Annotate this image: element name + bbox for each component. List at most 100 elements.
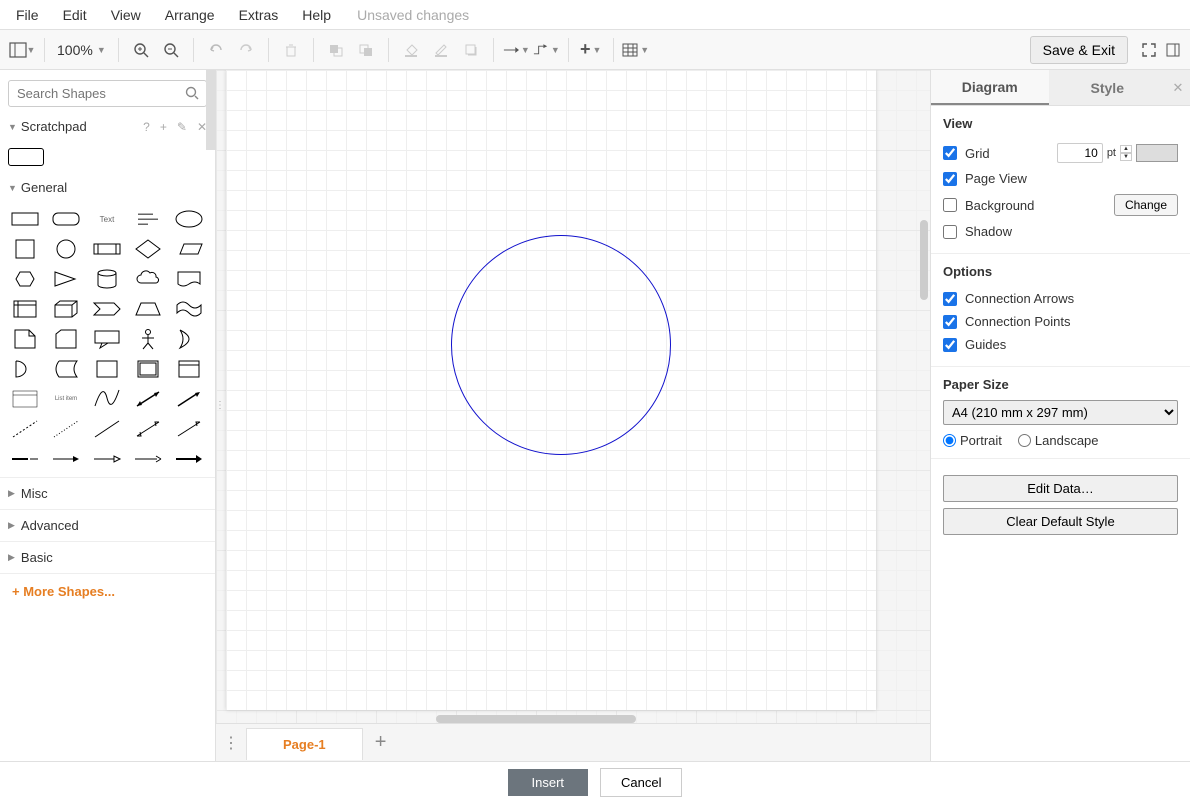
shape-process[interactable] <box>90 237 124 261</box>
shadow-checkbox[interactable] <box>943 225 957 239</box>
shape-or[interactable] <box>172 327 206 351</box>
to-back-icon[interactable] <box>352 36 380 64</box>
shape-arrow[interactable] <box>172 387 206 411</box>
shape-text[interactable]: Text <box>90 207 124 231</box>
page-view-checkbox[interactable] <box>943 172 957 186</box>
advanced-header[interactable]: ▶Advanced <box>0 509 215 541</box>
format-panel-icon[interactable] <box>1164 41 1182 59</box>
sidebar-scrollbar[interactable] <box>206 70 216 150</box>
scratchpad-shape[interactable] <box>8 148 44 166</box>
shadow-icon[interactable] <box>457 36 485 64</box>
scratchpad-add-icon[interactable]: + <box>160 120 167 134</box>
save-exit-button[interactable]: Save & Exit <box>1030 36 1128 64</box>
portrait-radio[interactable]: Portrait <box>943 433 1002 448</box>
vertical-scrollbar[interactable] <box>920 220 928 300</box>
shape-ellipse[interactable] <box>172 207 206 231</box>
misc-header[interactable]: ▶Misc <box>0 477 215 509</box>
horizontal-scrollbar[interactable] <box>436 715 636 723</box>
shape-list-item[interactable]: List item <box>49 387 83 411</box>
change-bg-button[interactable]: Change <box>1114 194 1178 216</box>
line-color-icon[interactable] <box>427 36 455 64</box>
shape-diamond[interactable] <box>131 237 165 261</box>
shape-actor[interactable] <box>131 327 165 351</box>
menu-file[interactable]: File <box>6 3 49 27</box>
shape-dashed-line[interactable] <box>8 417 42 441</box>
general-header[interactable]: ▼ General <box>0 174 215 201</box>
more-shapes-button[interactable]: + More Shapes... <box>0 573 215 609</box>
cancel-button[interactable]: Cancel <box>600 768 682 797</box>
zoom-dropdown[interactable]: 100% ▼ <box>53 42 110 58</box>
shape-document[interactable] <box>172 267 206 291</box>
shape-dir-thin[interactable] <box>172 417 206 441</box>
shape-circle[interactable] <box>49 237 83 261</box>
shape-cube[interactable] <box>49 297 83 321</box>
shape-callout[interactable] <box>90 327 124 351</box>
connection-icon[interactable]: ▼ <box>502 36 530 64</box>
scratchpad-help-icon[interactable]: ? <box>143 120 150 134</box>
basic-header[interactable]: ▶Basic <box>0 541 215 573</box>
table-icon[interactable]: ▼ <box>622 36 650 64</box>
shape-link3[interactable] <box>90 447 124 471</box>
to-front-icon[interactable] <box>322 36 350 64</box>
shape-cylinder[interactable] <box>90 267 124 291</box>
shape-step[interactable] <box>90 297 124 321</box>
edit-data-button[interactable]: Edit Data… <box>943 475 1178 502</box>
ellipse-shape[interactable] <box>451 235 671 455</box>
guides-checkbox[interactable] <box>943 338 957 352</box>
tab-style[interactable]: Style <box>1049 70 1167 105</box>
shape-and[interactable] <box>8 357 42 381</box>
grid-size-spinner[interactable]: ▲▼ <box>1120 145 1132 161</box>
insert-icon[interactable]: +▼ <box>577 36 605 64</box>
shape-line[interactable] <box>90 417 124 441</box>
shape-data-storage[interactable] <box>49 357 83 381</box>
waypoint-icon[interactable]: ▼ <box>532 36 560 64</box>
redo-icon[interactable] <box>232 36 260 64</box>
shape-container[interactable] <box>90 357 124 381</box>
zoom-out-icon[interactable] <box>157 36 185 64</box>
scratchpad-header[interactable]: ▼ Scratchpad ? + ✎ ✕ <box>0 113 215 140</box>
insert-button[interactable]: Insert <box>508 769 589 796</box>
shape-header-rect[interactable] <box>172 357 206 381</box>
shape-bidir-thin[interactable] <box>131 417 165 441</box>
search-icon[interactable] <box>185 86 199 103</box>
shape-curve[interactable] <box>90 387 124 411</box>
shape-parallelogram[interactable] <box>172 237 206 261</box>
shape-internal-storage[interactable] <box>8 297 42 321</box>
search-input[interactable] <box>8 80 207 107</box>
clear-style-button[interactable]: Clear Default Style <box>943 508 1178 535</box>
shape-bidirectional-arrow[interactable] <box>131 387 165 411</box>
page-tab-active[interactable]: Page-1 <box>246 728 363 760</box>
conn-arrows-checkbox[interactable] <box>943 292 957 306</box>
menu-extras[interactable]: Extras <box>229 3 289 27</box>
shape-double-rect[interactable] <box>131 357 165 381</box>
canvas-paper[interactable] <box>226 70 876 710</box>
shape-rounded-rect[interactable] <box>49 207 83 231</box>
page-tab-menu-icon[interactable]: ⋮ <box>216 733 246 753</box>
conn-points-checkbox[interactable] <box>943 315 957 329</box>
fill-color-icon[interactable] <box>397 36 425 64</box>
shape-card[interactable] <box>49 327 83 351</box>
shape-triangle[interactable] <box>49 267 83 291</box>
grid-size-input[interactable] <box>1057 143 1103 163</box>
menu-arrange[interactable]: Arrange <box>155 3 225 27</box>
tab-diagram[interactable]: Diagram <box>931 70 1049 105</box>
undo-icon[interactable] <box>202 36 230 64</box>
shape-link1[interactable] <box>8 447 42 471</box>
landscape-radio[interactable]: Landscape <box>1018 433 1099 448</box>
close-panel-icon[interactable]: ✕ <box>1166 70 1190 105</box>
fullscreen-icon[interactable] <box>1140 41 1158 59</box>
delete-icon[interactable] <box>277 36 305 64</box>
view-mode-button[interactable]: ▼ <box>8 36 36 64</box>
scratchpad-edit-icon[interactable]: ✎ <box>177 120 187 134</box>
shape-cloud[interactable] <box>131 267 165 291</box>
menu-edit[interactable]: Edit <box>53 3 97 27</box>
background-checkbox[interactable] <box>943 198 957 212</box>
shape-rectangle[interactable] <box>8 207 42 231</box>
canvas[interactable]: ⋮ <box>216 70 930 723</box>
grid-checkbox[interactable] <box>943 146 957 160</box>
shape-square[interactable] <box>8 237 42 261</box>
shape-note[interactable] <box>8 327 42 351</box>
shape-dotted-line[interactable] <box>49 417 83 441</box>
shape-trapezoid[interactable] <box>131 297 165 321</box>
page-tab-add-icon[interactable]: + <box>363 731 399 754</box>
